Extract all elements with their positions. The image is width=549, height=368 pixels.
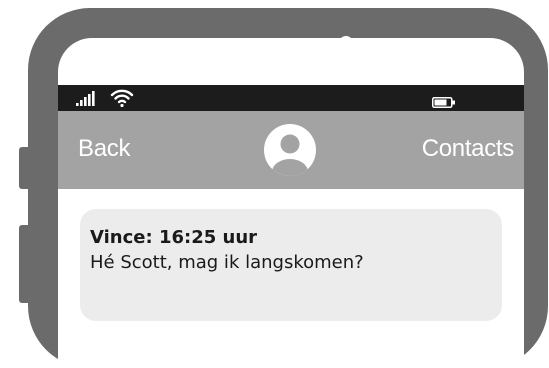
message-text: Hé Scott, mag ik langskomen? [90,252,364,273]
battery-icon [432,93,456,112]
user-avatar-icon[interactable] [264,124,316,176]
back-button[interactable]: Back [78,135,130,163]
phone-screen: Back Contacts Vince: 16:25 uur Hé Scott,… [58,38,524,368]
nav-bar: Back Contacts [58,111,524,189]
contacts-button[interactable]: Contacts [422,135,515,163]
wifi-icon [110,88,134,112]
status-bar [58,85,524,111]
message-bubble: Vince: 16:25 uur Hé Scott, mag ik langsk… [80,209,502,321]
message-sender: Vince: 16:25 uur [90,227,258,248]
signal-bars-icon [76,90,98,110]
